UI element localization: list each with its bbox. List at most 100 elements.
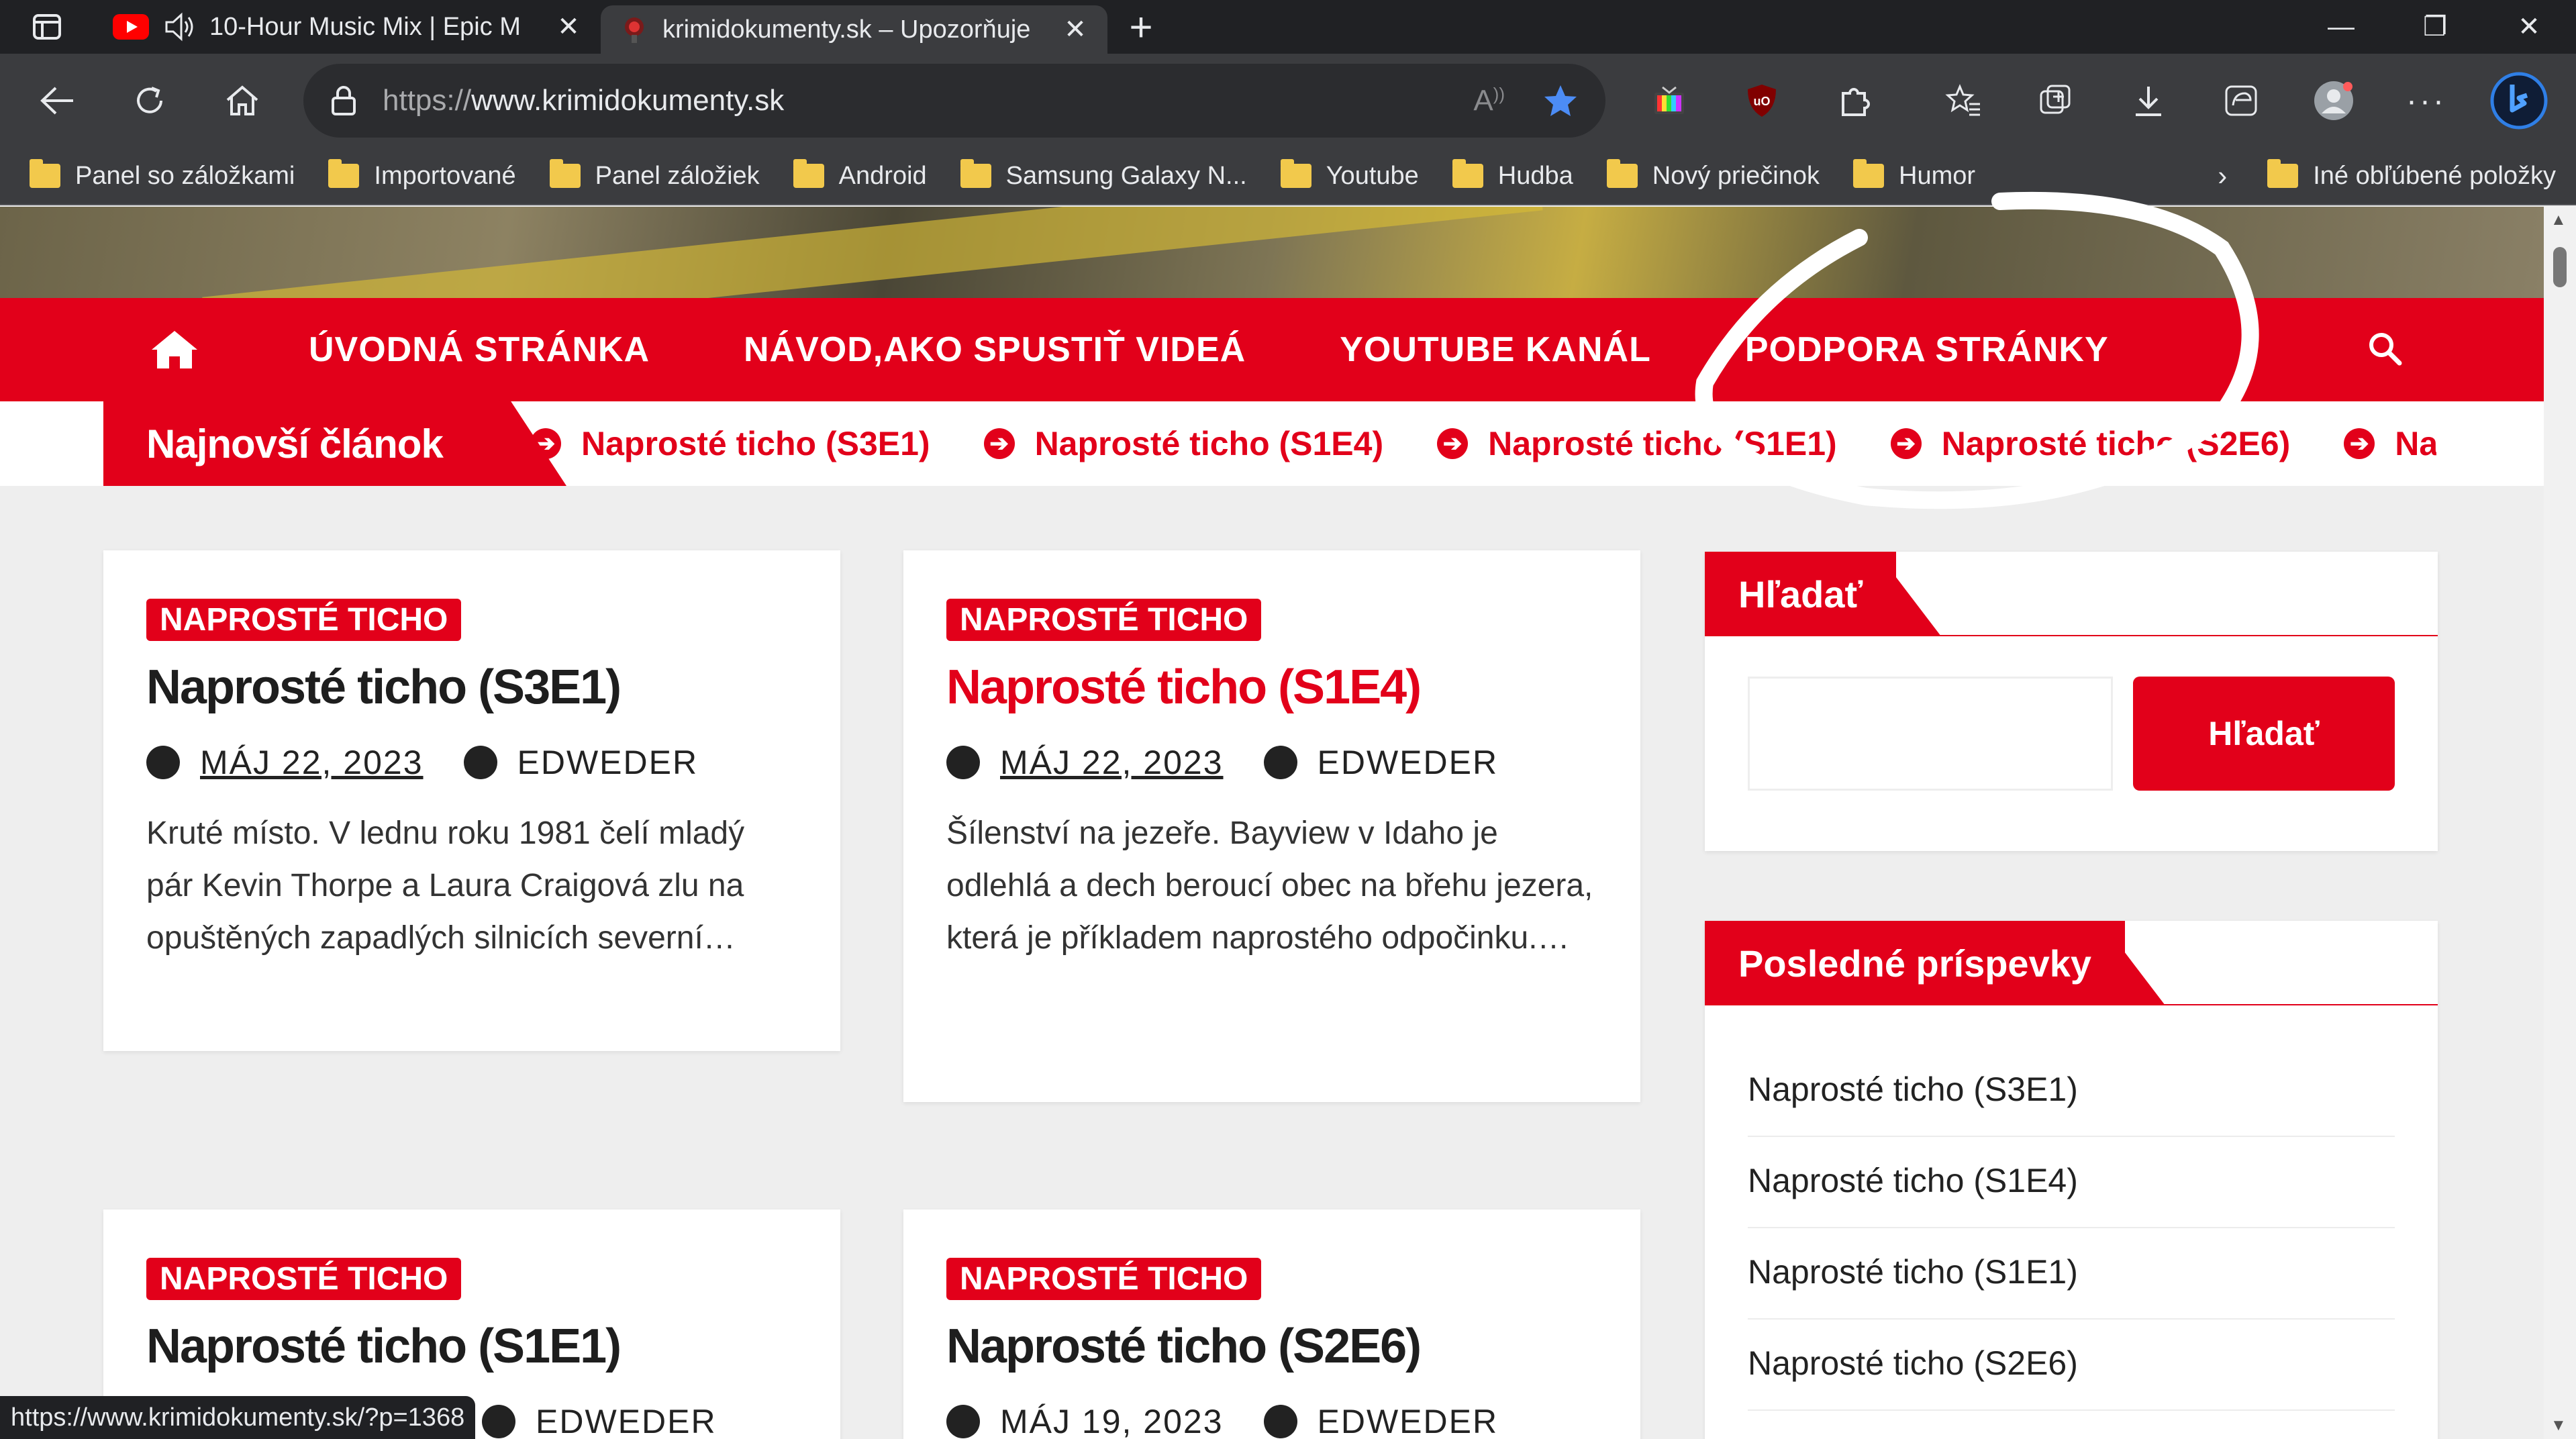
folder-icon <box>793 159 824 188</box>
tab-actions-button[interactable] <box>0 0 94 54</box>
post-date[interactable]: MÁJ 19, 2023 <box>1000 1402 1224 1439</box>
post-title[interactable]: Naprosté ticho (S1E1) <box>146 1319 797 1374</box>
nav-item-home[interactable]: ÚVODNÁ STRÁNKA <box>309 330 650 370</box>
favorite-star-icon[interactable] <box>1542 83 1579 118</box>
favorites-button[interactable] <box>1917 64 2010 138</box>
close-window-icon[interactable]: ✕ <box>2482 0 2576 54</box>
home-icon <box>152 331 197 368</box>
ticker-item[interactable]: ➔ Naprosté ticho (S3E1) <box>530 424 930 463</box>
bookmark-label: Panel záložiek <box>595 161 760 190</box>
download-icon <box>2136 87 2161 116</box>
url-text[interactable]: https://www.krimidokumenty.sk <box>383 84 1473 117</box>
address-bar[interactable]: https://www.krimidokumenty.sk A)) <box>303 64 1605 138</box>
more-menu-button[interactable]: ··· <box>2380 64 2473 138</box>
user-icon <box>482 1405 515 1438</box>
bookmark-label: Android <box>838 161 927 190</box>
bookmark-folder[interactable]: Hudba <box>1452 159 1573 191</box>
search-input[interactable] <box>1748 677 2113 791</box>
tab-title: krimidokumenty.sk – Upozorňuje <box>662 15 1031 44</box>
search-submit-button[interactable]: Hľadať <box>2133 677 2395 791</box>
search-widget: Hľadať Hľadať <box>1705 552 2438 851</box>
tv-extension-button[interactable] <box>1623 64 1716 138</box>
bookmark-folder[interactable]: Android <box>793 159 927 191</box>
bookmark-folder[interactable]: Panel so záložkami <box>30 159 295 191</box>
post-author[interactable]: EDWEDER <box>536 1402 717 1439</box>
post-title[interactable]: Naprosté ticho (S2E6) <box>946 1319 1597 1374</box>
nav-item-support[interactable]: PODPORA STRÁNKY <box>1745 330 2109 370</box>
bing-copilot-button[interactable] <box>2473 64 2565 138</box>
page-scrollbar[interactable]: ▲ ▼ <box>2544 207 2576 1439</box>
clock-icon <box>146 746 180 779</box>
refresh-button[interactable] <box>103 64 196 138</box>
minimize-icon[interactable]: — <box>2294 0 2388 54</box>
banner-stripe <box>202 207 1543 298</box>
read-aloud-icon[interactable]: A)) <box>1473 84 1505 118</box>
edge-drop-button[interactable] <box>2195 64 2287 138</box>
speaker-icon[interactable] <box>164 12 196 42</box>
back-button[interactable] <box>11 64 103 138</box>
category-badge[interactable]: NAPROSTÉ TICHO <box>146 1258 462 1300</box>
close-tab-icon[interactable]: ✕ <box>555 11 582 42</box>
restore-icon[interactable]: ❐ <box>2388 0 2482 54</box>
ticker-item[interactable]: ➔ Naprosté ticho (S1E1) <box>1437 424 1837 463</box>
folder-icon <box>328 159 360 188</box>
lock-icon[interactable] <box>330 85 357 117</box>
post-card: NAPROSTÉ TICHO Naprosté ticho (S3E1) MÁJ… <box>103 550 840 1051</box>
bookmark-folder[interactable]: Panel záložiek <box>549 159 760 191</box>
more-bookmarks-chevron-icon[interactable]: › <box>2218 160 2227 192</box>
edge-drop-icon <box>2225 85 2257 116</box>
recent-post-link[interactable]: Naprosté ticho (S3E1) <box>1748 1046 2395 1137</box>
bookmark-folder[interactable]: Humor <box>1853 159 1975 191</box>
bookmark-label: Iné obľúbené položky <box>2313 161 2556 190</box>
clock-icon <box>946 1405 980 1438</box>
category-badge[interactable]: NAPROSTÉ TICHO <box>946 599 1262 641</box>
ublock-extension-button[interactable]: uO <box>1716 64 1808 138</box>
status-bar-url: https://www.krimidokumenty.sk/?p=1368 <box>0 1396 476 1439</box>
new-tab-button[interactable]: + <box>1107 0 1175 54</box>
nav-item-youtube[interactable]: YOUTUBE KANÁL <box>1340 330 1651 370</box>
post-author[interactable]: EDWEDER <box>517 743 699 782</box>
scroll-down-icon[interactable]: ▼ <box>2550 1416 2567 1435</box>
post-title[interactable]: Naprosté ticho (S3E1) <box>146 660 797 715</box>
bookmark-folder[interactable]: Samsung Galaxy N... <box>960 159 1247 191</box>
ticker-item-label: Naprosté ticho (S3E1) <box>581 425 930 462</box>
tab-actions-icon <box>33 14 61 40</box>
ticker-item[interactable]: ➔ Naprosté ticho (S1E4) <box>983 424 1383 463</box>
nav-search-button[interactable] <box>2367 330 2403 370</box>
post-author[interactable]: EDWEDER <box>1318 1402 1499 1439</box>
bookmark-folder[interactable]: Nový priečinok <box>1606 159 1820 191</box>
collections-button[interactable] <box>2010 64 2102 138</box>
close-tab-icon[interactable]: ✕ <box>1062 14 1089 45</box>
profile-button[interactable] <box>2287 64 2380 138</box>
ticker-item[interactable]: ➔ Napr <box>2344 424 2436 463</box>
nav-item-video-guide[interactable]: NÁVOD,AKO SPUSTIŤ VIDEÁ <box>744 330 1246 370</box>
downloads-button[interactable] <box>2102 64 2195 138</box>
recent-post-link[interactable]: Naprosté ticho (S1E4) <box>1748 1137 2395 1228</box>
tab-music[interactable]: 10-Hour Music Mix | Epic M ✕ <box>94 0 601 54</box>
scroll-up-icon[interactable]: ▲ <box>2550 211 2567 230</box>
post-date[interactable]: MÁJ 22, 2023 <box>200 743 424 782</box>
other-favorites-folder[interactable]: Iné obľúbené položky <box>2267 159 2556 191</box>
arrow-right-icon: ➔ <box>983 428 1015 459</box>
tab-bar: 10-Hour Music Mix | Epic M ✕ krimidokume… <box>0 0 2576 54</box>
recent-post-link[interactable]: Naprosté ticho (S1E1) <box>1748 1228 2395 1320</box>
recent-post-link[interactable]: Naprosté ticho (S2E6) <box>1748 1320 2395 1411</box>
post-date[interactable]: MÁJ 22, 2023 <box>1000 743 1224 782</box>
extensions-button[interactable] <box>1808 64 1901 138</box>
scrollbar-thumb[interactable] <box>2553 247 2567 287</box>
post-card: NAPROSTÉ TICHO Naprosté ticho (S2E6) MÁJ… <box>903 1209 1640 1439</box>
post-title[interactable]: Naprosté ticho (S1E4) <box>946 660 1597 715</box>
post-meta: MÁJ 22, 2023 EDWEDER <box>146 743 797 782</box>
bookmark-label: Importované <box>374 161 516 190</box>
folder-icon <box>2267 159 2299 188</box>
arrow-right-icon: ➔ <box>1437 428 1469 459</box>
bookmark-folder[interactable]: Youtube <box>1280 159 1419 191</box>
bookmark-folder[interactable]: Importované <box>328 159 516 191</box>
tab-krimidokumenty[interactable]: krimidokumenty.sk – Upozorňuje ✕ <box>601 5 1107 54</box>
post-author[interactable]: EDWEDER <box>1318 743 1499 782</box>
category-badge[interactable]: NAPROSTÉ TICHO <box>146 599 462 641</box>
ticker-item[interactable]: ➔ Naprosté ticho (S2E6) <box>1890 424 2290 463</box>
category-badge[interactable]: NAPROSTÉ TICHO <box>946 1258 1262 1300</box>
nav-home-button[interactable] <box>134 328 215 371</box>
home-button[interactable] <box>196 64 289 138</box>
